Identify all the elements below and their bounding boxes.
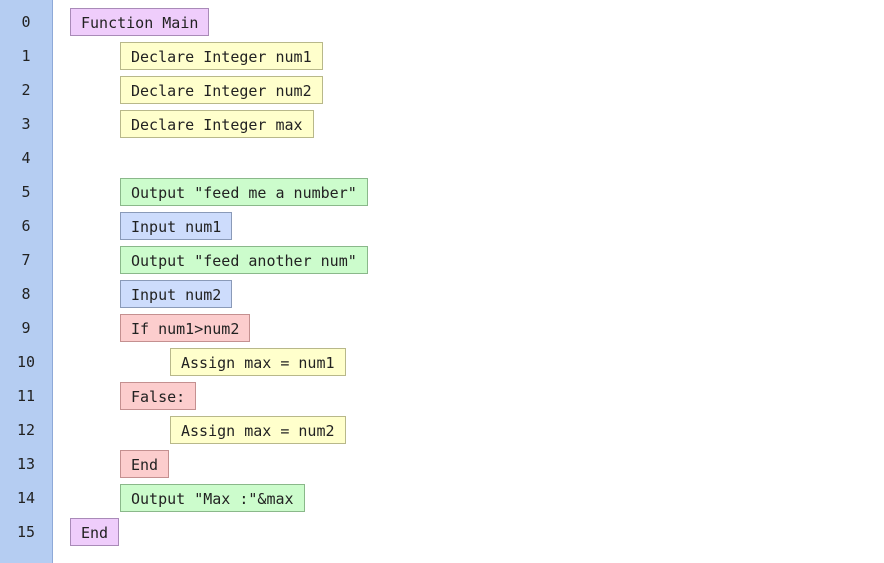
line-number: 0 xyxy=(21,13,31,31)
code-line: Input num1 xyxy=(53,209,884,243)
line-number: 15 xyxy=(16,523,36,541)
line-number: 3 xyxy=(21,115,31,133)
line-number: 6 xyxy=(21,217,31,235)
line-number: 8 xyxy=(21,285,31,303)
line-number: 5 xyxy=(21,183,31,201)
line-number: 2 xyxy=(21,81,31,99)
code-line: Output "feed another num" xyxy=(53,243,884,277)
code-line: Function Main xyxy=(53,5,884,39)
line-number: 11 xyxy=(16,387,36,405)
function-statement[interactable]: End xyxy=(70,518,120,546)
if-statement[interactable]: False: xyxy=(120,382,197,410)
declare-statement[interactable]: Declare Integer num1 xyxy=(120,42,323,70)
code-line: Output "feed me a number" xyxy=(53,175,884,209)
code-line: False: xyxy=(53,379,884,413)
function-statement[interactable]: Function Main xyxy=(70,8,210,36)
declare-statement[interactable]: Declare Integer num2 xyxy=(120,76,323,104)
code-line: End xyxy=(53,515,884,549)
code-line: Declare Integer max xyxy=(53,107,884,141)
if-statement[interactable]: End xyxy=(120,450,170,478)
input-statement[interactable]: Input num2 xyxy=(120,280,233,308)
declare-statement[interactable]: Declare Integer max xyxy=(120,110,314,138)
code-line: If num1>num2 xyxy=(53,311,884,345)
line-number: 14 xyxy=(16,489,36,507)
input-statement[interactable]: Input num1 xyxy=(120,212,233,240)
line-number: 7 xyxy=(21,251,31,269)
line-number: 9 xyxy=(21,319,31,337)
code-line: Declare Integer num2 xyxy=(53,73,884,107)
line-number: 4 xyxy=(21,149,31,167)
output-statement[interactable]: Output "Max :"&max xyxy=(120,484,305,512)
line-number: 13 xyxy=(16,455,36,473)
code-area: Function Main Declare Integer num1 Declare… xyxy=(53,0,884,563)
assign-statement[interactable]: Assign max = num1 xyxy=(170,348,346,376)
line-number-gutter: 0 1 2 3 4 5 6 7 8 9 10 11 12 13 14 15 xyxy=(0,0,53,563)
code-line: Input num2 xyxy=(53,277,884,311)
output-statement[interactable]: Output "feed another num" xyxy=(120,246,368,274)
code-line: Assign max = num1 xyxy=(53,345,884,379)
code-line: Assign max = num2 xyxy=(53,413,884,447)
if-statement[interactable]: If num1>num2 xyxy=(120,314,251,342)
line-number: 10 xyxy=(16,353,36,371)
code-line: End xyxy=(53,447,884,481)
line-number: 12 xyxy=(16,421,36,439)
output-statement[interactable]: Output "feed me a number" xyxy=(120,178,368,206)
code-line: Output "Max :"&max xyxy=(53,481,884,515)
line-number: 1 xyxy=(21,47,31,65)
code-line: Declare Integer num1 xyxy=(53,39,884,73)
flowchart-code-editor: 0 1 2 3 4 5 6 7 8 9 10 11 12 13 14 15 Function Main Decl… xyxy=(0,0,884,563)
assign-statement[interactable]: Assign max = num2 xyxy=(170,416,346,444)
